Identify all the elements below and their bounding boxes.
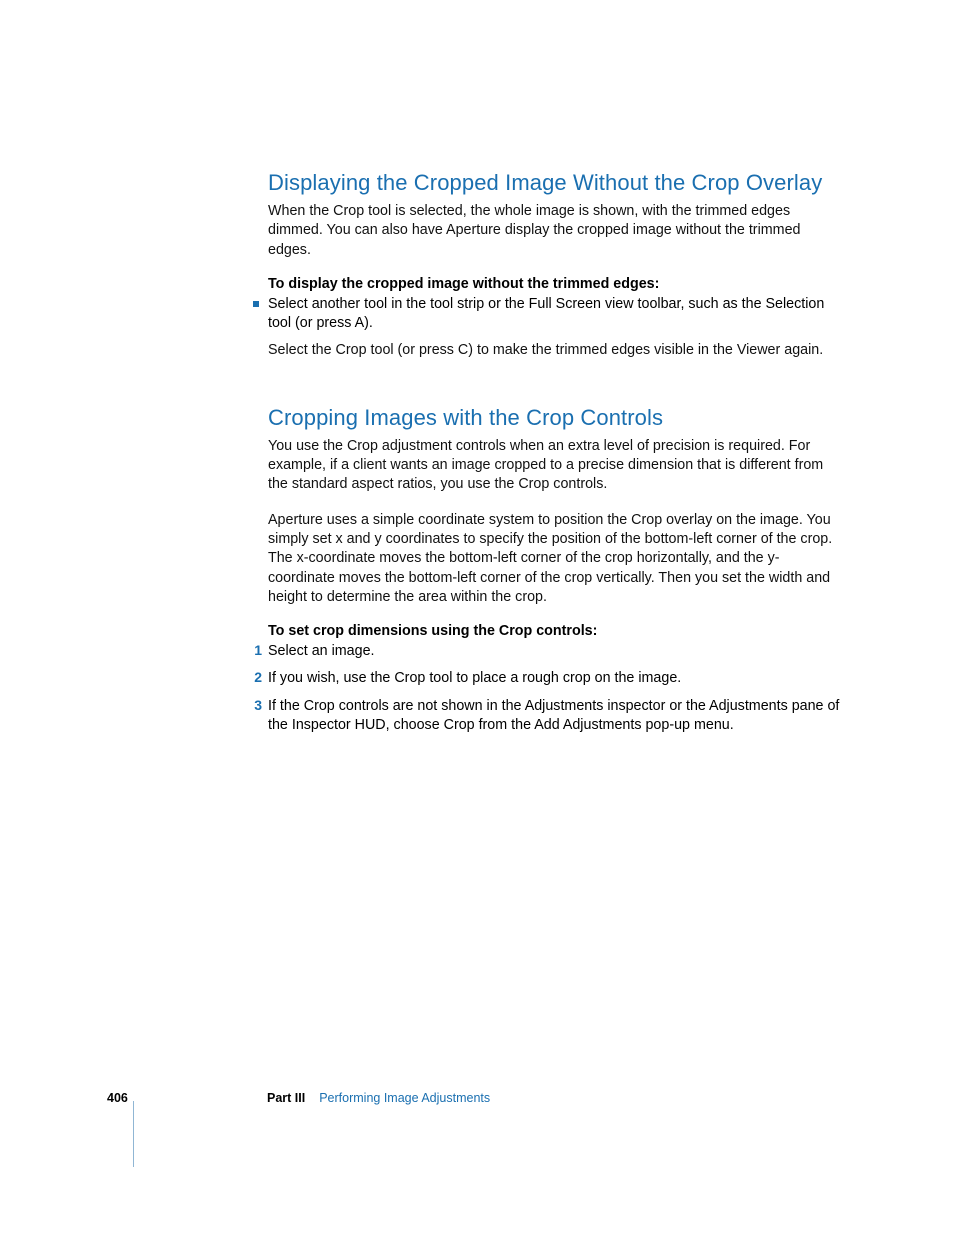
step-item: 3 If the Crop controls are not shown in …: [268, 697, 844, 736]
bullet-item: Select another tool in the tool strip or…: [268, 295, 844, 334]
procedure-lead: To set crop dimensions using the Crop co…: [268, 623, 844, 639]
page-number: 406: [107, 1091, 267, 1105]
procedure-lead: To display the cropped image without the…: [268, 276, 844, 292]
part-title: Performing Image Adjustments: [319, 1091, 490, 1105]
section-heading: Cropping Images with the Crop Controls: [268, 405, 844, 431]
step-text: If the Crop controls are not shown in th…: [268, 697, 844, 736]
body-paragraph: You use the Crop adjustment controls whe…: [268, 437, 844, 495]
footer-rule: [133, 1101, 134, 1167]
step-text: If you wish, use the Crop tool to place …: [268, 669, 681, 688]
step-item: 2 If you wish, use the Crop tool to plac…: [268, 669, 844, 688]
section-heading: Displaying the Cropped Image Without the…: [268, 170, 844, 196]
step-item: 1 Select an image.: [268, 642, 844, 661]
bullet-text: Select another tool in the tool strip or…: [268, 295, 844, 334]
step-number: 3: [253, 697, 262, 713]
body-paragraph: When the Crop tool is selected, the whol…: [268, 202, 844, 260]
part-label: Part III: [267, 1091, 305, 1105]
body-paragraph: Aperture uses a simple coordinate system…: [268, 511, 844, 607]
step-text: Select an image.: [268, 642, 375, 661]
step-number: 2: [253, 669, 262, 685]
step-number: 1: [253, 642, 262, 658]
body-paragraph: Select the Crop tool (or press C) to mak…: [268, 341, 844, 360]
page-footer: 406 Part III Performing Image Adjustment…: [107, 1091, 954, 1105]
bullet-icon: [253, 301, 259, 307]
document-page: Displaying the Cropped Image Without the…: [0, 0, 954, 1235]
